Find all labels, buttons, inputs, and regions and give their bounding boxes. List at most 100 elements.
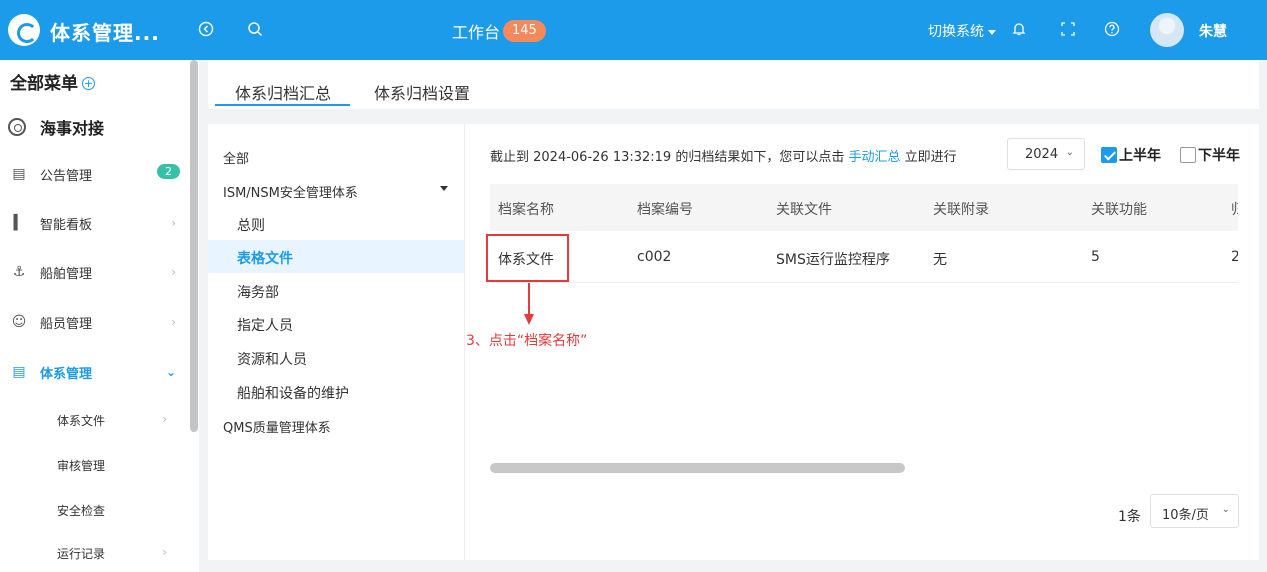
person-icon: ☺ (11, 314, 27, 330)
sidebar-title: 全部菜单 + (10, 69, 95, 94)
page-size-value: 10条/页 (1162, 508, 1209, 523)
column-header-name: 档案名称 (498, 202, 554, 218)
sidebar-subitem-label: 审核管理 (57, 459, 106, 473)
tree-item-maintenance[interactable]: 船舶和设备的维护 (237, 383, 349, 403)
active-tab-indicator (215, 104, 350, 106)
column-header-code: 档案编号 (637, 202, 693, 218)
sidebar-item-label: 体系管理 (40, 366, 93, 382)
workbench-button[interactable]: 工作台 145 (452, 19, 546, 43)
sidebar-subitem-system-docs[interactable]: 体系文件 › (57, 412, 187, 429)
tree-item-ism[interactable]: ISM/NSM安全管理体系 (223, 182, 358, 201)
caret-down-icon (988, 29, 996, 35)
summary-suffix: 立即进行 (904, 150, 957, 165)
chevron-right-icon: › (162, 412, 167, 426)
sidebar-title-label: 全部菜单 (10, 74, 78, 94)
anchor-icon: ⚓ (12, 264, 26, 280)
sidebar-item-system[interactable]: ▤ 体系管理 ⌄ (10, 360, 188, 384)
sidebar: 全部菜单 + 海事对接 ▤ 公告管理 2 ▍ 智能看板 › ⚓ 船舶管理 › ☺ … (0, 60, 199, 572)
column-header-archive: 归 (1231, 199, 1238, 219)
first-half-checkbox[interactable]: 上半年 (1101, 145, 1161, 165)
total-count: 1条 (1118, 509, 1141, 525)
tree-item-qms[interactable]: QMS质量管理体系 (223, 417, 331, 436)
help-icon[interactable] (1101, 18, 1123, 40)
tabs-bar: 体系归档汇总 体系归档设置 (208, 60, 1259, 109)
user-avatar[interactable] (1150, 13, 1184, 47)
add-menu-icon[interactable]: + (82, 77, 95, 90)
caret-down-icon[interactable] (440, 186, 448, 191)
sidebar-item-ships[interactable]: ⚓ 船舶管理 › (10, 260, 188, 284)
page-size-select[interactable]: 10条/页 ⌄ (1150, 494, 1239, 528)
bulletin-icon: ▤ (12, 166, 26, 182)
sidebar-item-bulletin[interactable]: ▤ 公告管理 2 (10, 162, 188, 186)
chevron-right-icon: › (162, 545, 167, 559)
first-half-label: 上半年 (1119, 148, 1161, 164)
collapse-menu-icon[interactable] (195, 18, 217, 40)
cell-archive: 2 (1231, 249, 1238, 265)
column-header-functions: 关联功能 (1091, 202, 1147, 218)
switch-system-dropdown[interactable]: 切换系统 (928, 21, 996, 41)
checkbox-checked-icon (1101, 147, 1117, 163)
sidebar-item-label: 船舶管理 (40, 266, 93, 282)
sidebar-group-label: 海事对接 (40, 119, 105, 138)
chevron-down-icon: ⌄ (165, 365, 176, 379)
maritime-icon (8, 118, 26, 136)
archive-table: 档案名称 档案编号 关联文件 关联附录 关联功能 归 体系文件 c002 SMS… (490, 184, 1238, 283)
tree-item-all[interactable]: 全部 (223, 148, 249, 167)
sidebar-item-crew[interactable]: ☺ 船员管理 › (10, 310, 188, 334)
second-half-checkbox[interactable]: 下半年 (1180, 145, 1240, 165)
sidebar-subitem-label: 体系文件 (57, 414, 106, 428)
column-header-files: 关联文件 (776, 202, 832, 218)
arrow-down-icon (524, 314, 534, 325)
sidebar-subitem-label: 安全检查 (57, 504, 106, 518)
tree-item-marine-dept[interactable]: 海务部 (237, 282, 279, 302)
annotation-text: 3、点击“档案名称” (466, 333, 588, 349)
year-select-value: 2024 (1025, 147, 1059, 162)
manual-summary-link[interactable]: 手动汇总 (848, 150, 900, 165)
chevron-down-icon: ⌄ (1065, 147, 1074, 158)
year-select[interactable]: 2024 ⌄ (1007, 138, 1085, 170)
tab-archive-settings[interactable]: 体系归档设置 (374, 80, 470, 104)
chevron-right-icon: › (171, 216, 176, 230)
workbench-count-badge: 145 (503, 20, 546, 42)
sidebar-scrollbar[interactable] (190, 60, 198, 432)
cell-files: SMS运行监控程序 (776, 252, 890, 268)
tab-archive-summary[interactable]: 体系归档汇总 (235, 80, 331, 104)
sidebar-item-dashboard[interactable]: ▍ 智能看板 › (10, 211, 188, 235)
category-tree: 全部 ISM/NSM安全管理体系 总则 表格文件 海务部 指定人员 资源和人员 … (208, 124, 465, 560)
table-row[interactable]: 体系文件 c002 SMS运行监控程序 无 5 2 (490, 231, 1238, 283)
table-horizontal-scrollbar[interactable] (490, 463, 905, 473)
sidebar-item-label: 智能看板 (40, 217, 93, 233)
sidebar-subitem-safety-check[interactable]: 安全检查 (57, 502, 187, 519)
tree-item-general[interactable]: 总则 (237, 215, 265, 235)
sidebar-group-maritime[interactable]: 海事对接 (8, 115, 104, 139)
tree-item-designated[interactable]: 指定人员 (237, 315, 293, 335)
fullscreen-icon[interactable] (1057, 18, 1079, 40)
cell-appendix: 无 (933, 252, 947, 268)
chevron-down-icon: ⌄ (1221, 504, 1230, 515)
bell-icon[interactable] (1008, 18, 1030, 40)
app-title: 体系管理... (50, 21, 160, 45)
search-icon[interactable] (244, 18, 266, 40)
second-half-label: 下半年 (1198, 148, 1240, 164)
switch-system-label: 切换系统 (928, 24, 984, 40)
bulletin-count-badge: 2 (157, 164, 180, 179)
chevron-right-icon: › (171, 265, 176, 279)
top-header: 体系管理... 工作台 145 切换系统 朱慧 (0, 0, 1267, 60)
tree-item-forms[interactable]: 表格文件 (237, 248, 293, 268)
column-header-appendix: 关联附录 (933, 202, 989, 218)
sidebar-subitem-run-records[interactable]: 运行记录 › (57, 545, 187, 562)
app-logo-icon (8, 14, 40, 46)
cell-functions: 5 (1091, 249, 1100, 265)
summary-text: 截止到 2024-06-26 13:32:19 的归档结果如下，您可以点击 手动… (490, 146, 957, 165)
sidebar-subitem-label: 运行记录 (57, 547, 106, 561)
document-icon: ▤ (12, 364, 26, 380)
annotation-arrow (528, 283, 530, 317)
highlight-box (486, 234, 569, 282)
chart-icon: ▍ (13, 215, 25, 231)
tree-item-resources[interactable]: 资源和人员 (237, 349, 307, 369)
workbench-label: 工作台 (452, 23, 501, 42)
sidebar-subitem-audit[interactable]: 审核管理 (57, 457, 187, 474)
table-header: 档案名称 档案编号 关联文件 关联附录 关联功能 归 (490, 184, 1238, 231)
username[interactable]: 朱慧 (1199, 21, 1227, 41)
cell-code: c002 (637, 249, 672, 265)
